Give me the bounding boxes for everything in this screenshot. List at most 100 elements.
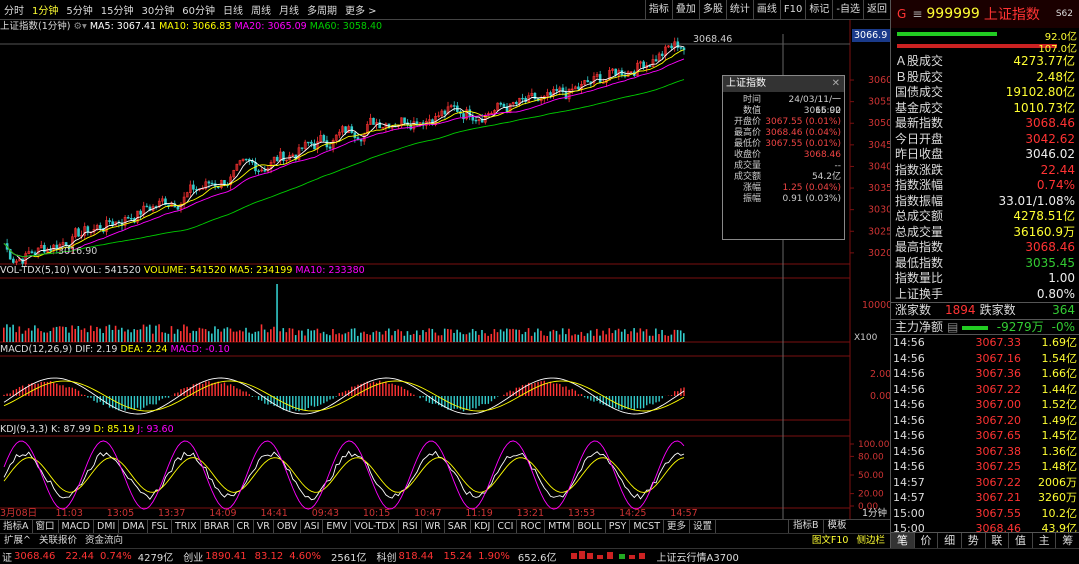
quote-tab-5[interactable]: 值 (1009, 533, 1033, 548)
indicator-tab-3[interactable]: DMI (94, 520, 120, 533)
stat-value: 3042.62 (1025, 131, 1075, 146)
indicator-tab-15[interactable]: WR (422, 520, 445, 533)
volume-bar (484, 333, 486, 342)
candle-body (499, 102, 503, 105)
indicator-tab-25[interactable]: 设置 (690, 520, 717, 533)
indicator-tab-21[interactable]: BOLL (574, 520, 606, 533)
stat-row: 基金成交 1010.73亿 (891, 101, 1079, 117)
volume-bar (65, 327, 67, 342)
indicator-tab-4[interactable]: DMA (119, 520, 149, 533)
volume-bar (282, 328, 285, 342)
stat-value: 4273.77亿 (1013, 54, 1075, 68)
indicator-tab-16[interactable]: SAR (445, 520, 471, 533)
quote-tab-7[interactable]: 筹 (1056, 533, 1079, 548)
tool-button-0[interactable]: 指标 (644, 0, 672, 20)
volume-bar (179, 331, 182, 342)
indicator-tab-10[interactable]: OBV (274, 520, 302, 533)
volume-bar (220, 331, 222, 342)
stat-row: 最新指数 3068.46 (891, 116, 1079, 132)
y-tick-label: 80.00 (858, 452, 884, 462)
status-link-0[interactable]: 扩展^ (0, 534, 35, 547)
volume-bar (630, 331, 632, 342)
timeframe-10[interactable]: 更多 > (341, 2, 381, 17)
indicator-tab-17[interactable]: KDJ (471, 520, 495, 533)
up-count: 1894 (945, 303, 976, 317)
tool-button-8[interactable]: 返回 (863, 0, 890, 20)
tool-button-3[interactable]: 统计 (725, 0, 753, 20)
timeframe-7[interactable]: 周线 (247, 2, 275, 17)
stat-key: 指数振幅 (895, 193, 944, 208)
timeframe-2[interactable]: 5分钟 (62, 2, 96, 17)
tick-list[interactable]: 14:56 3067.33 1.69亿 14:56 3067.16 1.54亿 14:56 3… (891, 335, 1079, 537)
info-key: 涨幅 (742, 183, 761, 193)
timeframe-4[interactable]: 30分钟 (137, 2, 178, 17)
stat-row: 指数涨幅 0.74% (891, 178, 1079, 194)
indicator-tab-22[interactable]: PSY (606, 520, 631, 533)
timeframe-9[interactable]: 多周期 (303, 2, 341, 17)
volume-bar (502, 331, 505, 342)
indicator-tab-24[interactable]: 更多 (664, 520, 691, 533)
timeframe-3[interactable]: 15分钟 (97, 2, 138, 17)
tool-button-2[interactable]: 多股 (698, 0, 726, 20)
indicator-tab-1[interactable]: 窗口 (33, 520, 59, 533)
indicator-tab-9[interactable]: VR (254, 520, 274, 533)
indicator-tab-6[interactable]: TRIX (172, 520, 201, 533)
indicator-tab-12[interactable]: EMV (323, 520, 352, 533)
indicator-tab-5[interactable]: FSL (148, 520, 172, 533)
indicator-tab-11[interactable]: ASI (301, 520, 324, 533)
time-tick-label: 11:03 (56, 508, 83, 519)
quote-tab-3[interactable]: 势 (962, 533, 986, 548)
timeframe-5[interactable]: 60分钟 (178, 2, 219, 17)
stat-key: 今日开盘 (895, 131, 944, 146)
ticker-news[interactable]: 上证云行情A3700 (649, 549, 739, 564)
menu-icon[interactable]: ≡ (912, 7, 926, 21)
indicator-tab-2[interactable]: MACD (59, 520, 94, 533)
timeframe-0[interactable]: 分时 (0, 2, 28, 17)
status-right-0[interactable]: 图文F10 (808, 534, 853, 547)
volume-bar (592, 335, 595, 342)
tool-button-1[interactable]: 叠加 (671, 0, 699, 20)
timeframe-6[interactable]: 日线 (219, 2, 247, 17)
timeframe-label: 1分钟 (862, 507, 887, 519)
tool-button-4[interactable]: 画线 (752, 0, 780, 20)
timeframe-1[interactable]: 1分钟 (28, 2, 62, 17)
indicator-tab-7[interactable]: BRAR (201, 520, 234, 533)
indicator-tab-23[interactable]: MCST (630, 520, 665, 533)
stat-key: 基金成交 (895, 100, 944, 115)
status-link-1[interactable]: 关联报价 (35, 534, 81, 547)
tool-button-7[interactable]: -自选 (832, 0, 863, 20)
info-value: 3067.55 (0.01%) (765, 139, 841, 149)
status-link-2[interactable]: 资金流向 (81, 534, 127, 547)
volume-bar (263, 329, 266, 342)
timeframe-8[interactable]: 月线 (275, 2, 303, 17)
quote-tab-6[interactable]: 主 (1033, 533, 1057, 548)
volume-bar (204, 329, 207, 342)
indicator-tab-18[interactable]: CCI (494, 520, 518, 533)
quote-tab-1[interactable]: 价 (915, 533, 939, 548)
indicator-tab-0[interactable]: 指标A (0, 520, 33, 533)
status-right-1[interactable]: 侧边栏 (852, 534, 889, 547)
indicator-b-tab-0[interactable]: 指标B (788, 519, 823, 533)
info-value: 3067.55 (0.01%) (765, 117, 841, 127)
volume-bar (478, 334, 480, 342)
stat-value: 36160.9万 (1013, 224, 1075, 239)
tool-button-6[interactable]: 标记 (805, 0, 832, 20)
quote-tab-4[interactable]: 联 (986, 533, 1010, 548)
indicator-tab-19[interactable]: ROC (517, 520, 546, 533)
quote-tab-2[interactable]: 细 (938, 533, 962, 548)
indicator-tab-8[interactable]: CR (234, 520, 254, 533)
volume-bar (506, 328, 508, 342)
indicator-b-tab-1[interactable]: 模板 (822, 519, 851, 533)
indicator-tab-14[interactable]: RSI (399, 520, 422, 533)
tool-button-5[interactable]: F10 (779, 0, 805, 20)
table-icon[interactable]: ▤ (943, 320, 962, 335)
close-icon[interactable]: ✕ (832, 76, 840, 92)
quote-tab-0[interactable]: 笔 (891, 533, 915, 548)
indicator-tab-20[interactable]: MTM (545, 520, 575, 533)
indicator-tab-13[interactable]: VOL-TDX (351, 520, 400, 533)
volume-bar (161, 332, 163, 342)
tick-row: 14:56 3067.65 1.45亿 (891, 428, 1079, 444)
ma10-line (3, 49, 685, 258)
settings-icon[interactable]: ⚙▾ (74, 21, 87, 32)
info-key: 时间 (742, 95, 761, 105)
